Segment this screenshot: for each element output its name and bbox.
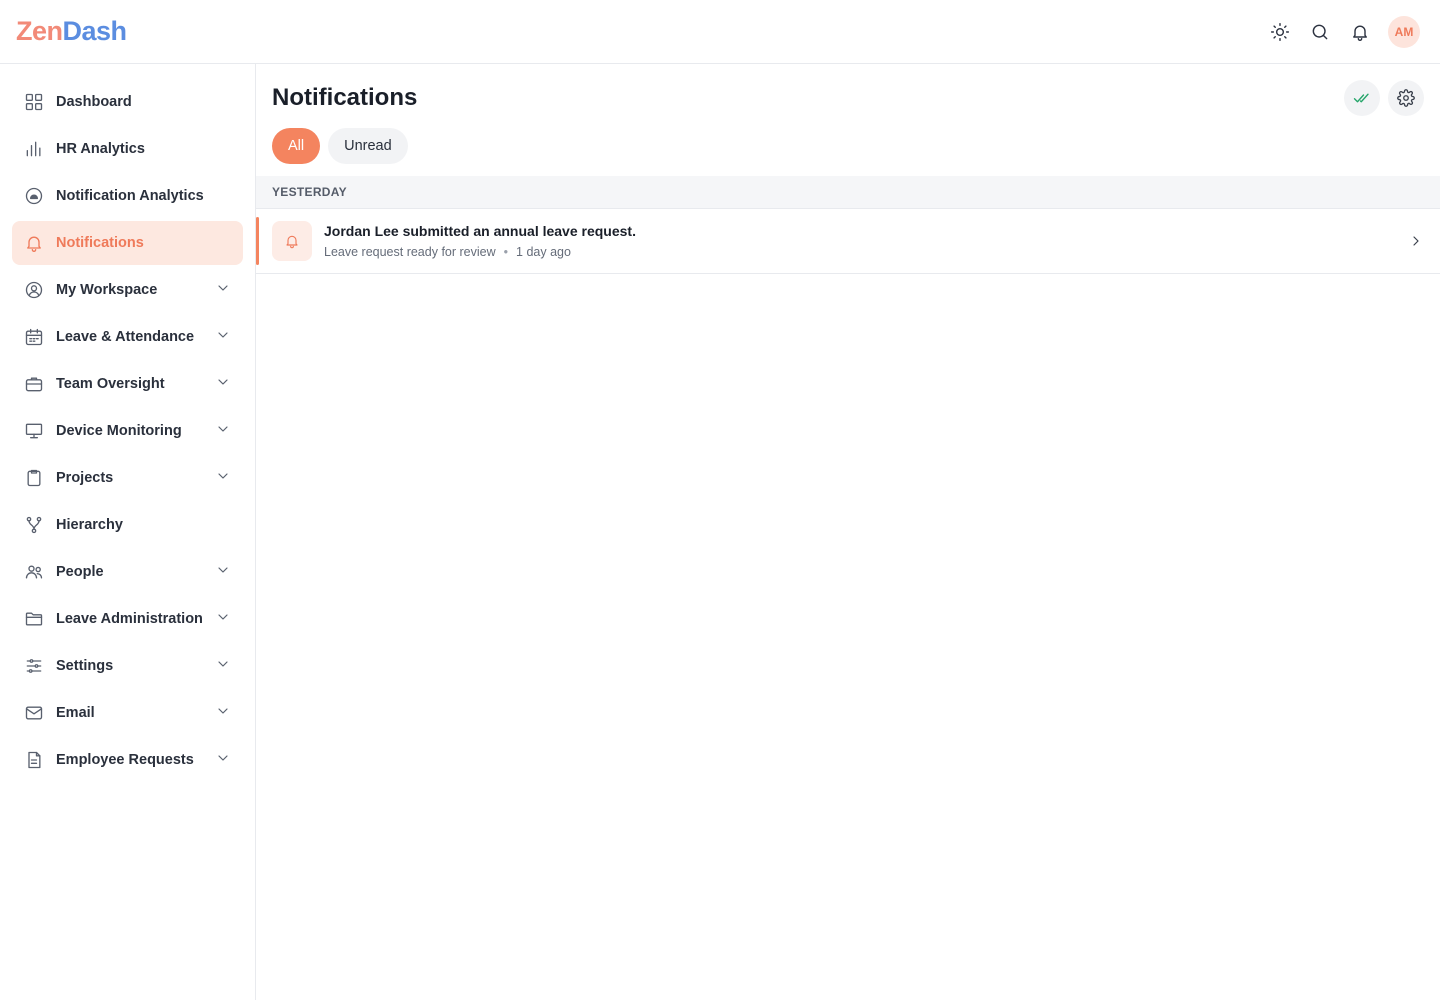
bell-icon [1353,25,1367,41]
unread-indicator [256,217,259,265]
sidebar-item-leave-administration[interactable]: Leave Administration [12,597,243,641]
sidebar-item-employee-requests[interactable]: Employee Requests [12,738,243,782]
notification-time: 1 day ago [516,245,571,259]
gear-icon [1397,89,1415,107]
sidebar-item-label: Employee Requests [56,752,194,768]
sidebar-item-label: Hierarchy [56,517,123,533]
mail-icon [24,703,44,723]
notification-title: Jordan Lee submitted an annual leave req… [324,223,636,239]
top-actions: AM [1264,12,1420,52]
sidebar-item-label: Dashboard [56,94,132,110]
sidebar-item-settings[interactable]: Settings [12,644,243,688]
chevron-down-icon[interactable] [215,703,231,719]
app-logo[interactable]: ZenDash [16,16,127,47]
chevron-down-icon[interactable] [215,280,231,296]
search-icon [1312,24,1328,40]
theme-toggle-button[interactable] [1264,12,1296,52]
page-title: Notifications [272,84,418,111]
hierarchy-icon [24,515,44,535]
sidebar-item-projects[interactable]: Projects [12,456,243,500]
sidebar-item-notifications[interactable]: Notifications [12,221,243,265]
sidebar-item-label: HR Analytics [56,141,145,157]
sidebar-item-label: Leave Administration [56,611,203,627]
sidebar-item-label: People [56,564,104,580]
notification-filters: All Unread [272,128,408,164]
meta-separator: • [503,245,509,259]
sidebar-item-team-oversight[interactable]: Team Oversight [12,362,243,406]
sidebar-item-notification-analytics[interactable]: Notification Analytics [12,174,243,218]
sun-icon [1270,22,1290,42]
sidebar-item-people[interactable]: People [12,550,243,594]
notification-type-badge [272,221,312,261]
search-button[interactable] [1304,12,1336,52]
bar-chart-icon [24,139,44,159]
mark-all-read-button[interactable] [1344,80,1380,116]
bell-icon [286,235,298,249]
double-check-icon [1353,93,1369,103]
chevron-down-icon[interactable] [215,374,231,390]
main-content: Notifications All Unread YESTERDAY Jorda… [256,64,1440,1000]
filter-all-tab[interactable]: All [272,128,321,164]
chevron-down-icon[interactable] [215,327,231,343]
sidebar-item-device-monitoring[interactable]: Device Monitoring [12,409,243,453]
user-circle-icon [24,280,44,300]
chevron-down-icon[interactable] [215,609,231,625]
sidebar: Dashboard HR Analytics Notification Analyt… [0,64,256,1000]
notification-subtitle: Leave request ready for review [324,245,496,259]
grid-icon [24,92,44,112]
sidebar-item-label: Email [56,705,95,721]
notification-settings-button[interactable] [1388,80,1424,116]
chevron-right-icon [1408,233,1424,249]
monitor-icon [24,421,44,441]
bell-icon [24,233,44,253]
notification-item[interactable]: Jordan Lee submitted an annual leave req… [256,209,1440,274]
notifications-bell-button[interactable] [1344,12,1376,52]
document-icon [24,750,44,770]
logo-part-dash: Dash [62,16,128,46]
chevron-down-icon[interactable] [215,656,231,672]
sidebar-item-hr-analytics[interactable]: HR Analytics [12,127,243,171]
chevron-down-icon[interactable] [215,562,231,578]
sidebar-item-my-workspace[interactable]: My Workspace [12,268,243,312]
sidebar-item-dashboard[interactable]: Dashboard [12,80,243,124]
sidebar-item-hierarchy[interactable]: Hierarchy [12,503,243,547]
sidebar-item-label: Projects [56,470,114,486]
sliders-icon [24,656,44,676]
sidebar-item-label: Notification Analytics [56,188,204,204]
header-actions [1344,80,1424,116]
chevron-down-icon[interactable] [215,750,231,766]
chevron-down-icon[interactable] [215,421,231,437]
avatar[interactable]: AM [1388,16,1420,48]
sidebar-item-label: Notifications [56,235,144,251]
calendar-icon [24,327,44,347]
chevron-down-icon[interactable] [215,468,231,484]
sidebar-item-email[interactable]: Email [12,691,243,735]
notification-meta: Leave request ready for review • 1 day a… [324,245,571,259]
logo-part-zen: Zen [16,16,63,46]
sidebar-item-label: My Workspace [56,282,158,298]
briefcase-icon [24,374,44,394]
sidebar-item-leave-and-attendance[interactable]: Leave & Attendance [12,315,243,359]
sidebar-item-label: Leave & Attendance [56,329,195,345]
sidebar-item-label: Settings [56,658,114,674]
filter-unread-tab[interactable]: Unread [328,128,408,164]
section-header-yesterday: YESTERDAY [256,176,1440,209]
top-bar: ZenDash AM [0,0,1440,64]
sidebar-item-label: Device Monitoring [56,423,182,439]
clipboard-icon [24,468,44,488]
folder-icon [24,609,44,629]
sidebar-item-label: Team Oversight [56,376,165,392]
analytics-circle-icon [24,186,44,206]
users-icon [24,562,44,582]
